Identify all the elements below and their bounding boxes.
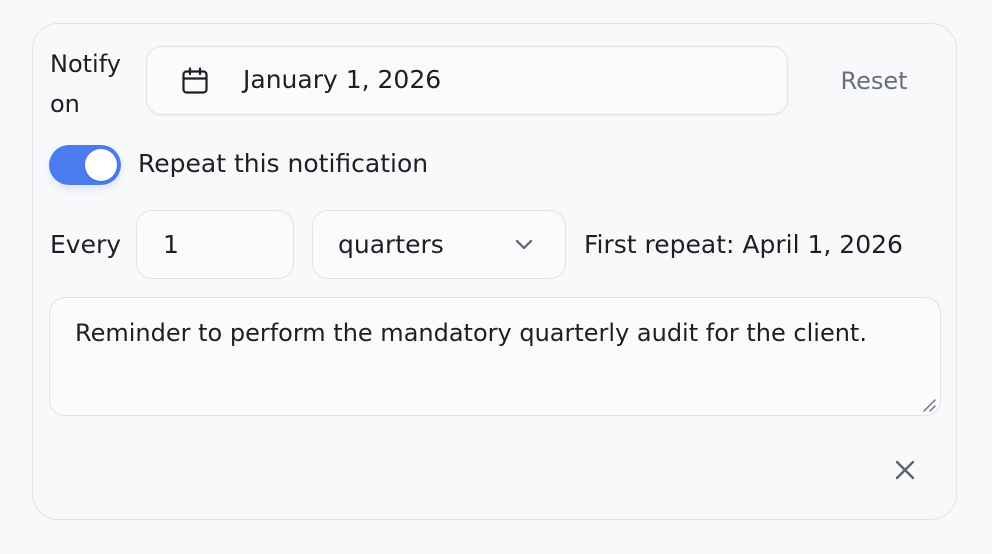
repeat-toggle[interactable]: [49, 145, 121, 185]
repeat-toggle-label: Repeat this notification: [138, 149, 429, 178]
every-label: Every: [50, 230, 122, 259]
notify-on-label: Notify on: [50, 50, 121, 118]
resize-grip-icon[interactable]: [922, 398, 936, 412]
chevron-down-icon: [515, 239, 533, 250]
notify-date-picker[interactable]: January 1, 2026: [146, 46, 788, 115]
calendar-icon: [182, 67, 208, 94]
reset-button[interactable]: Reset: [820, 62, 928, 100]
toggle-knob: [85, 149, 117, 181]
repeat-unit-select[interactable]: quarters: [312, 210, 566, 279]
first-repeat-text: First repeat: April 1, 2026: [584, 230, 903, 259]
close-icon: [895, 460, 915, 480]
notify-date-value: January 1, 2026: [243, 65, 442, 94]
close-button[interactable]: [889, 454, 921, 486]
notification-message-textarea[interactable]: Reminder to perform the mandatory quarte…: [49, 297, 941, 416]
repeat-count-input[interactable]: [136, 210, 294, 279]
repeat-unit-value: quarters: [338, 230, 444, 259]
